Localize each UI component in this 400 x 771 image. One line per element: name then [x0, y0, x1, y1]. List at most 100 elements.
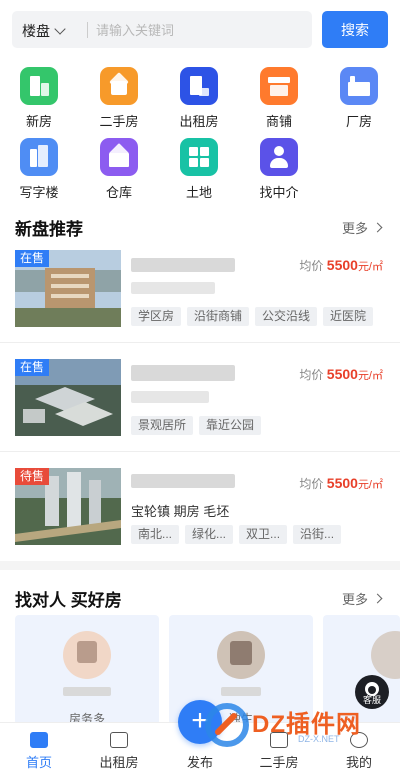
category-rent[interactable]: 出租房: [166, 67, 232, 130]
new-homes-title: 新盘推荐: [15, 220, 83, 239]
search-bar: 楼盘 搜索: [12, 11, 388, 48]
avatar: [217, 631, 265, 679]
tab-label: 二手房: [259, 755, 299, 770]
chevron-right-icon: [372, 222, 383, 233]
factory-icon: [340, 67, 378, 105]
type-selector-label: 楼盘: [22, 23, 50, 39]
agent-icon: [260, 138, 298, 176]
more-label: 更多: [342, 221, 369, 236]
category-label: 出租房: [179, 114, 219, 129]
tag: 沿街...: [293, 525, 342, 544]
avatar: [371, 631, 400, 679]
tab-label: 我的: [345, 755, 372, 770]
category-new-home[interactable]: 新房: [6, 67, 72, 130]
rent-tab-icon: [110, 732, 128, 748]
agent-name-redacted: [63, 687, 111, 696]
building-icon: [20, 67, 58, 105]
agent-name-redacted: [221, 687, 261, 696]
category-label: 找中介: [259, 185, 299, 200]
status-badge: 待售: [15, 468, 50, 485]
price-unit: 元/㎡: [357, 370, 383, 382]
divider: [0, 451, 400, 452]
search-button[interactable]: 搜索: [322, 11, 388, 48]
chevron-down-icon: [54, 23, 66, 35]
tab-label: 发布: [186, 755, 213, 770]
price-value: 5500: [326, 475, 358, 491]
tag: 双卫...: [239, 525, 288, 544]
listing-name-redacted: [131, 365, 235, 381]
category-label: 新房: [25, 114, 52, 129]
price-label: 均价: [299, 477, 324, 491]
rent-icon: [180, 67, 218, 105]
price-unit: 元/㎡: [357, 479, 383, 491]
agents-title: 找对人 买好房: [15, 591, 122, 610]
listing-name-redacted: [131, 474, 235, 488]
listing-tags: 学区房 沿街商铺 公交沿线 近医院: [131, 307, 379, 326]
category-second-hand[interactable]: 二手房: [86, 67, 152, 130]
divider: [87, 22, 88, 38]
land-icon: [180, 138, 218, 176]
home-icon: [30, 732, 48, 748]
listing-info-redacted: [131, 282, 215, 294]
price-value: 5500: [326, 257, 358, 273]
agent-card[interactable]: 房务多: [15, 615, 159, 725]
listing-name-redacted: [131, 258, 235, 272]
listing-card[interactable]: 待售 均价 5500元/㎡ 宝轮镇 期房 毛坯 南北... 绿化... 双卫..…: [0, 468, 400, 576]
category-label: 二手房: [99, 114, 139, 129]
category-warehouse[interactable]: 仓库: [86, 138, 152, 201]
tag: 近医院: [323, 307, 374, 326]
category-factory[interactable]: 厂房: [326, 67, 392, 130]
more-label: 更多: [342, 592, 369, 607]
category-land[interactable]: 土地: [166, 138, 232, 201]
office-icon: [20, 138, 58, 176]
tab-rent[interactable]: 出租房: [84, 723, 154, 771]
agents-more-link[interactable]: 更多: [342, 589, 383, 608]
listing-photo: 在售: [15, 250, 121, 327]
tag: 景观居所: [131, 416, 194, 435]
listing-photo: 待售: [15, 468, 121, 545]
tab-home[interactable]: 首页: [4, 723, 74, 771]
listing-price: 均价 5500元/㎡: [299, 366, 383, 383]
category-office[interactable]: 写字楼: [6, 138, 72, 201]
price-label: 均价: [299, 368, 324, 382]
chevron-right-icon: [372, 593, 383, 604]
category-label: 商铺: [265, 114, 292, 129]
listing-tags: 景观居所 靠近公园: [131, 416, 267, 435]
category-shop[interactable]: 商铺: [246, 67, 312, 130]
tab-label: 首页: [25, 755, 52, 770]
listing-info-redacted: [131, 391, 209, 403]
listing-photo: 在售: [15, 359, 121, 436]
listing-address: 宝轮镇 期房 毛坯: [131, 504, 230, 519]
watermark: DZ插件网 DZ-X.NET: [200, 700, 400, 750]
search-input[interactable]: [96, 19, 296, 41]
category-label: 土地: [185, 185, 212, 200]
house-icon: [100, 67, 138, 105]
watermark-logo-icon: [205, 703, 249, 747]
watermark-sub: DZ-X.NET: [298, 734, 340, 744]
price-label: 均价: [299, 259, 324, 273]
divider: [0, 342, 400, 343]
tag: 靠近公园: [199, 416, 262, 435]
status-badge: 在售: [15, 359, 50, 376]
status-badge: 在售: [15, 250, 50, 267]
category-agent[interactable]: 找中介: [246, 138, 312, 201]
price-unit: 元/㎡: [357, 261, 383, 273]
avatar: [63, 631, 111, 679]
listing-price: 均价 5500元/㎡: [299, 257, 383, 274]
tag: 南北...: [131, 525, 180, 544]
tag: 学区房: [131, 307, 182, 326]
new-homes-more-link[interactable]: 更多: [342, 218, 383, 237]
tag: 绿化...: [185, 525, 234, 544]
tag: 沿街商铺: [187, 307, 250, 326]
search-box: 楼盘: [12, 11, 312, 48]
listing-tags: 南北... 绿化... 双卫... 沿街...: [131, 525, 347, 544]
warehouse-icon: [100, 138, 138, 176]
category-label: 仓库: [105, 185, 132, 200]
tab-label: 出租房: [99, 755, 139, 770]
shop-icon: [260, 67, 298, 105]
tag: 公交沿线: [255, 307, 318, 326]
category-label: 厂房: [345, 114, 372, 129]
type-selector[interactable]: 楼盘: [22, 21, 66, 41]
category-label: 写字楼: [19, 185, 59, 200]
price-value: 5500: [326, 366, 358, 382]
